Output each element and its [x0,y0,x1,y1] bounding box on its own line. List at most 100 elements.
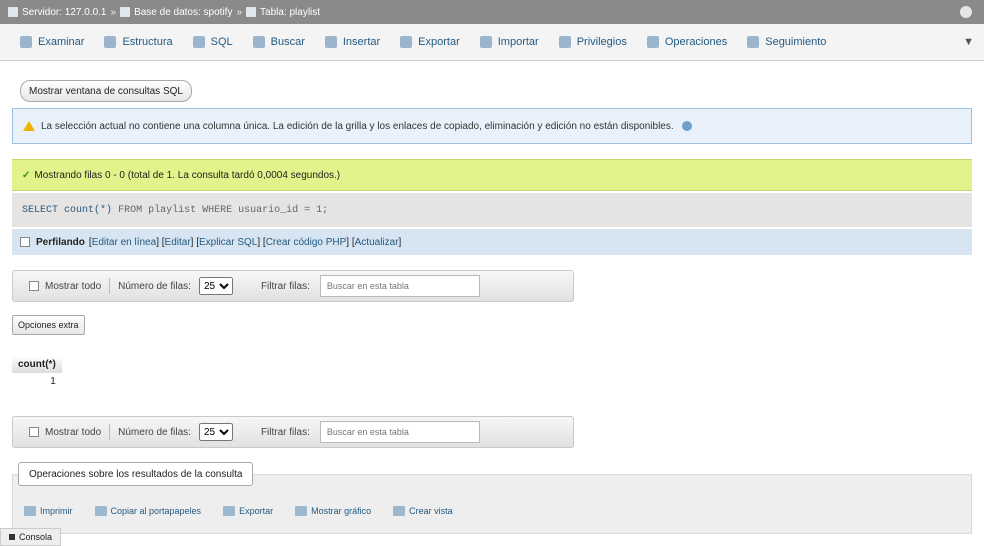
navigation-bar-bottom: Mostrar todo Número de filas: 25 Filtrar… [12,416,574,448]
tab-exportar[interactable]: Exportar [390,24,470,61]
breadcrumb-server[interactable]: Servidor: 127.0.0.1 [22,7,107,18]
wrench-icon [646,36,659,48]
sql-keyword[interactable]: SELECT [22,205,58,216]
tab-privilegios[interactable]: Privilegios [549,24,637,61]
tab-bar: Examinar Estructura SQL Buscar Insertar … [0,24,984,61]
action-label: Copiar al portapapeles [110,506,202,516]
tab-label: SQL [210,36,233,48]
tab-label: Estructura [122,36,173,48]
gear-icon[interactable] [960,6,972,18]
search-icon [252,36,265,48]
copy-clipboard-button[interactable]: Copiar al portapapeles [94,506,202,516]
profiling-bar: Perfilando [ Editar en línea ] [ Editar … [12,229,972,255]
tab-operaciones[interactable]: Operaciones [637,24,737,61]
breadcrumb-table[interactable]: Tabla: playlist [260,7,320,18]
show-chart-button[interactable]: Mostrar gráfico [295,506,371,516]
query-results-operations: Operaciones sobre los resultados de la c… [12,462,972,534]
export-icon [400,36,413,48]
tab-estructura[interactable]: Estructura [94,24,182,61]
filter-rows-input[interactable] [319,275,480,297]
edit-inline-link[interactable]: Editar en línea [92,237,157,248]
breadcrumb: Servidor: 127.0.0.1 » Base de datos: spo… [0,0,984,24]
export-icon [223,506,236,516]
print-button[interactable]: Imprimir [24,506,73,516]
divider [109,424,111,440]
explain-sql-link[interactable]: Explicar SQL [199,237,257,248]
sql-query-box: SELECT count(*) FROM playlist WHERE usua… [12,193,972,227]
view-icon [393,506,406,516]
create-view-button[interactable]: Crear vista [393,506,453,516]
profiling-checkbox[interactable] [20,237,30,247]
tab-seguimiento[interactable]: Seguimiento [737,24,836,61]
tab-buscar[interactable]: Buscar [243,24,315,61]
show-all-label: Mostrar todo [45,280,102,292]
breadcrumb-path: Servidor: 127.0.0.1 » Base de datos: spo… [8,7,320,18]
refresh-link[interactable]: Actualizar [355,237,399,248]
show-all-checkbox[interactable] [29,281,39,291]
sql-keyword: WHERE [202,204,233,216]
insert-icon [324,36,337,48]
tab-more[interactable]: ▼ [953,24,984,61]
notice-text: La selección actual no contiene una colu… [41,120,674,132]
sql-function[interactable]: count(*) [64,205,112,216]
divider [109,278,111,294]
print-icon [24,506,36,516]
table-cell: 1 [12,373,62,390]
browse-icon [20,36,32,48]
tab-insertar[interactable]: Insertar [315,24,390,61]
success-text: Mostrando filas 0 - 0 (total de 1. La co… [34,169,341,181]
server-icon [8,7,18,17]
console-label: Consola [19,532,53,542]
tracking-icon [747,36,760,48]
check-icon: ✓ [22,169,31,181]
export-button[interactable]: Exportar [223,506,273,516]
tab-importar[interactable]: Importar [470,24,549,61]
tab-label: Examinar [38,36,85,48]
tab-label: Exportar [418,36,460,48]
tab-label: Insertar [342,36,381,48]
create-php-link[interactable]: Crear código PHP [266,237,347,248]
show-all-label: Mostrar todo [45,426,102,438]
tab-label: Operaciones [664,36,728,48]
navigation-bar-top: Mostrar todo Número de filas: 25 Filtrar… [12,270,574,302]
show-all-checkbox[interactable] [29,427,39,437]
tab-label: Importar [497,36,539,48]
table-icon [246,7,257,17]
action-label: Exportar [239,506,274,516]
filter-label: Filtrar filas: [260,280,310,292]
action-label: Crear vista [409,506,453,516]
sql-keyword: FROM [118,204,143,216]
help-icon[interactable] [681,121,692,131]
chart-icon [295,506,308,516]
filter-label: Filtrar filas: [260,426,310,438]
import-icon [479,36,492,48]
tab-examinar[interactable]: Examinar [10,24,94,61]
privileges-icon [558,36,571,48]
warning-icon [23,121,35,131]
breadcrumb-separator: » [236,6,243,18]
console-toggle[interactable]: Consola [0,528,62,546]
extra-options-button[interactable]: Opciones extra [12,315,85,335]
show-sql-window-button[interactable]: Mostrar ventana de consultas SQL [20,80,192,102]
table-header-row: count(*) [12,356,62,373]
breadcrumb-database[interactable]: Base de datos: spotify [134,7,232,18]
tab-sql[interactable]: SQL [183,24,243,61]
rows-select[interactable]: 25 [198,423,233,441]
result-table: count(*) 1 [12,356,62,390]
edit-link[interactable]: Editar [165,237,191,248]
console-icon [9,534,15,540]
rows-select[interactable]: 25 [198,277,233,295]
sql-condition: usuario_id = 1; [238,204,329,216]
notice-message: La selección actual no contiene una colu… [12,108,972,144]
rows-label: Número de filas: [118,280,191,292]
table-row: 1 [12,373,62,390]
database-icon [120,7,131,17]
sql-icon [192,36,205,48]
tab-label: Privilegios [576,36,627,48]
operations-actions: Imprimir Copiar al portapapeles Exportar… [24,506,453,516]
tab-label: Seguimiento [765,36,827,48]
filter-rows-input[interactable] [319,421,480,443]
action-label: Imprimir [40,506,73,516]
column-header[interactable]: count(*) [12,356,62,373]
clipboard-icon [94,506,107,516]
